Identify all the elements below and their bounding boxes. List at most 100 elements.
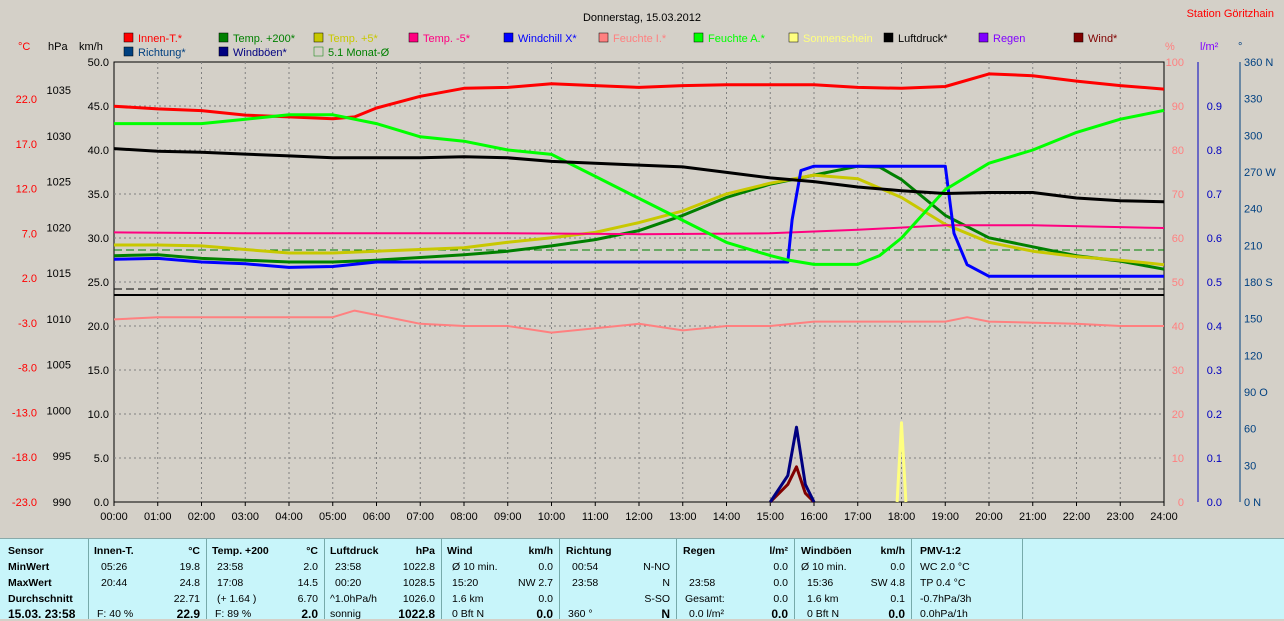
temp-tick-label: 17.0 bbox=[16, 139, 37, 151]
temp-tick-label: 7.0 bbox=[22, 228, 37, 240]
stat-boeen-avg10: 0.0 bbox=[890, 561, 905, 573]
x-tick-label: 08:00 bbox=[450, 511, 478, 523]
percent-tick-label: 40 bbox=[1172, 321, 1184, 333]
stat-pmv-trend3h: -0.7hPa/3h bbox=[920, 593, 972, 605]
rain-tick-label: 0.2 bbox=[1207, 409, 1222, 421]
speed-tick-label: 40.0 bbox=[88, 145, 109, 157]
rain-tick-label: 0.5 bbox=[1207, 277, 1222, 289]
x-tick-label: 19:00 bbox=[931, 511, 959, 523]
legend-swatch bbox=[313, 32, 324, 43]
stat-boeen-unit: km/h bbox=[880, 545, 905, 557]
stat-innen-min: 19.8 bbox=[179, 561, 200, 573]
stat-wind-unit: km/h bbox=[528, 545, 553, 557]
direction-tick-label: 30 bbox=[1244, 460, 1256, 472]
legend-label: Wind* bbox=[1088, 33, 1118, 45]
legend-swatch bbox=[883, 32, 894, 43]
stat-temp200-unit: °C bbox=[306, 545, 318, 557]
x-tick-label: 06:00 bbox=[363, 511, 391, 523]
x-tick-label: 05:00 bbox=[319, 511, 347, 523]
legend-swatch bbox=[788, 32, 799, 43]
stat-druck-unit: hPa bbox=[415, 545, 435, 557]
stat-boeen-avg: 0.1 bbox=[890, 593, 905, 605]
stat-regen-amount: 0.0 l/m² bbox=[689, 608, 725, 620]
unit-temp-label: °C bbox=[18, 41, 30, 53]
legend-label: Temp. +5* bbox=[328, 33, 379, 45]
legend-swatch bbox=[1073, 32, 1084, 43]
direction-tick-label: 240 bbox=[1244, 204, 1262, 216]
x-tick-label: 17:00 bbox=[844, 511, 872, 523]
stat-richtung-current: N bbox=[661, 607, 670, 621]
x-tick-label: 13:00 bbox=[669, 511, 697, 523]
stat-druck-title: Luftdruck bbox=[330, 545, 379, 557]
x-tick-label: 20:00 bbox=[975, 511, 1003, 523]
stat-druck-min-time: 23:58 bbox=[335, 561, 362, 573]
speed-tick-label: 30.0 bbox=[88, 233, 109, 245]
percent-tick-label: 70 bbox=[1172, 189, 1184, 201]
pressure-tick-label: 1035 bbox=[47, 85, 71, 97]
temp-tick-label: 2.0 bbox=[22, 273, 37, 285]
stat-row-min: MinWert bbox=[8, 561, 50, 573]
stat-innen-min-time: 05:26 bbox=[101, 561, 128, 573]
speed-tick-label: 45.0 bbox=[88, 101, 109, 113]
percent-tick-label: 60 bbox=[1172, 233, 1184, 245]
unit-deg-label: ° bbox=[1238, 41, 1242, 53]
pressure-tick-label: 1020 bbox=[47, 222, 71, 234]
legend-swatch bbox=[408, 32, 419, 43]
stat-innen-max: 24.8 bbox=[179, 577, 200, 589]
stat-boeen-bft: 0 Bft N bbox=[807, 608, 840, 620]
direction-tick-label: 0 N bbox=[1244, 497, 1261, 509]
direction-tick-label: 180 S bbox=[1244, 277, 1273, 289]
stat-wind-distance: 1.6 km bbox=[452, 593, 484, 605]
legend-swatch bbox=[218, 32, 229, 43]
temp-tick-label: -3.0 bbox=[18, 318, 37, 330]
x-tick-label: 11:00 bbox=[582, 511, 609, 523]
x-tick-label: 23:00 bbox=[1106, 511, 1134, 523]
stat-regen-max: 0.0 bbox=[773, 577, 788, 589]
stat-temp200-delta: (+ 1.64 ) bbox=[217, 593, 257, 605]
rain-tick-label: 0.9 bbox=[1207, 101, 1222, 113]
stat-boeen-max-time: 15:36 bbox=[807, 577, 834, 589]
legend-label: Windchill X* bbox=[518, 33, 577, 45]
rain-tick-label: 0.7 bbox=[1207, 189, 1222, 201]
direction-tick-label: 330 bbox=[1244, 94, 1262, 106]
rain-tick-label: 0.0 bbox=[1207, 497, 1222, 509]
direction-tick-label: 300 bbox=[1244, 130, 1262, 142]
unit-speed-label: km/h bbox=[79, 41, 103, 53]
legend-label: Luftdruck* bbox=[898, 33, 948, 45]
x-tick-label: 00:00 bbox=[100, 511, 128, 523]
legend-swatch bbox=[598, 32, 609, 43]
rain-tick-label: 0.4 bbox=[1207, 321, 1222, 333]
percent-tick-label: 50 bbox=[1172, 277, 1184, 289]
stat-druck-trend: ^1.0hPa/h bbox=[330, 593, 377, 605]
stat-regen-unit: l/m² bbox=[769, 545, 788, 557]
legend-swatch bbox=[123, 32, 134, 43]
stat-wind-avg10: 0.0 bbox=[538, 561, 553, 573]
temp-tick-label: -23.0 bbox=[12, 497, 37, 509]
stat-innen-title: Innen-T. bbox=[94, 545, 134, 557]
stat-row-current: 15.03. 23:58 bbox=[8, 607, 76, 621]
speed-tick-label: 0.0 bbox=[94, 497, 109, 509]
legend-label: Temp. -5* bbox=[423, 33, 471, 45]
unit-percent-label: % bbox=[1165, 41, 1175, 53]
legend-label: 5.1 Monat-Ø bbox=[328, 47, 390, 59]
pressure-tick-label: 1000 bbox=[47, 405, 71, 417]
rain-tick-label: 0.8 bbox=[1207, 145, 1222, 157]
speed-tick-label: 50.0 bbox=[88, 57, 109, 69]
x-tick-label: 01:00 bbox=[144, 511, 172, 523]
stat-richtung-row2: N bbox=[662, 577, 670, 589]
stat-wind-current: 0.0 bbox=[536, 607, 553, 621]
stat-regen-title: Regen bbox=[683, 545, 716, 557]
x-tick-label: 02:00 bbox=[188, 511, 216, 523]
stat-temp200-max-time: 17:08 bbox=[217, 577, 244, 589]
temp-tick-label: 22.0 bbox=[16, 94, 37, 106]
pressure-tick-label: 1030 bbox=[47, 131, 71, 143]
stat-druck-avg: 1026.0 bbox=[402, 593, 435, 605]
x-tick-label: 21:00 bbox=[1019, 511, 1047, 523]
stat-temp200-min-time: 23:58 bbox=[217, 561, 244, 573]
stat-pmv-title: PMV-1:2 bbox=[920, 545, 961, 557]
direction-tick-label: 120 bbox=[1244, 350, 1262, 362]
stat-pmv-windchill: WC 2.0 °C bbox=[920, 561, 970, 573]
direction-tick-label: 210 bbox=[1244, 240, 1262, 252]
stat-richtung-row2-time: 23:58 bbox=[572, 577, 599, 589]
station-name: Station Göritzhain bbox=[1187, 8, 1274, 20]
